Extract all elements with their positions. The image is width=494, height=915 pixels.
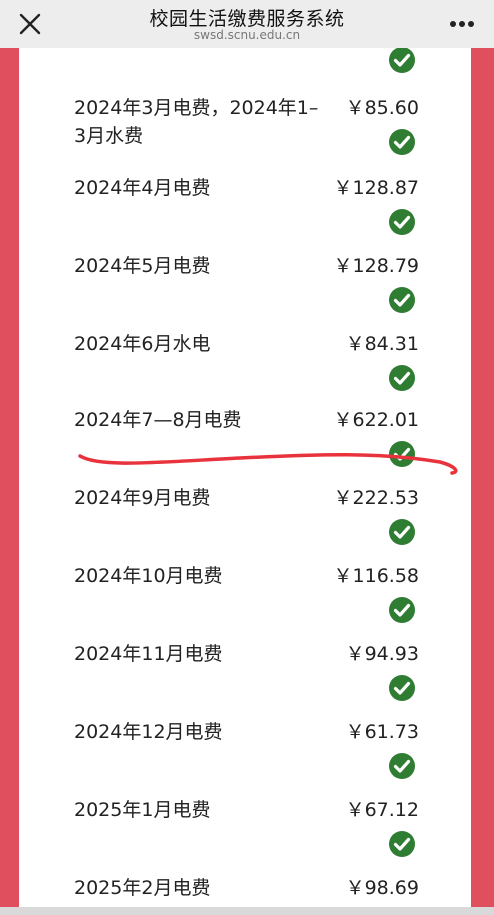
bottom-bar <box>0 907 494 915</box>
check-circle-icon <box>389 597 415 623</box>
bill-amount: ￥84.31 <box>345 333 419 355</box>
bill-amount: ￥116.58 <box>333 565 419 587</box>
close-icon <box>19 13 41 35</box>
bill-row[interactable]: 2024年12月电费 ￥61.73 <box>19 718 471 796</box>
bill-amount: ￥222.53 <box>333 487 419 509</box>
bill-row[interactable]: 2025年2月电费 ￥98.69 <box>19 874 471 908</box>
check-circle-icon <box>389 519 415 545</box>
bill-row[interactable]: 2024年9月电费 ￥222.53 <box>19 484 471 562</box>
bill-row[interactable]: 2024年5月电费 ￥128.79 <box>19 252 471 330</box>
check-circle-icon <box>389 209 415 235</box>
bill-row[interactable]: 2025年1月电费 ￥67.12 <box>19 796 471 874</box>
page-title: 校园生活缴费服务系统 <box>149 8 345 30</box>
check-circle-icon <box>389 831 415 857</box>
bill-amount: ￥622.01 <box>333 409 419 431</box>
bill-amount: ￥128.87 <box>333 177 419 199</box>
bill-name: 2024年3月电费，2024年1–3月水费 <box>74 97 319 147</box>
check-circle-icon <box>389 129 415 155</box>
bill-amount: ￥94.93 <box>345 643 419 665</box>
more-icon <box>450 21 474 27</box>
more-button[interactable] <box>444 10 480 38</box>
bill-name: 2025年1月电费 <box>74 799 211 821</box>
check-circle-icon <box>389 48 415 73</box>
check-circle-icon <box>389 675 415 701</box>
bill-name: 2024年5月电费 <box>74 255 211 277</box>
bill-row[interactable]: 2024年11月电费 ￥94.93 <box>19 640 471 718</box>
bill-amount: ￥128.79 <box>333 255 419 277</box>
check-circle-icon <box>389 753 415 779</box>
bill-name: 2024年11月电费 <box>74 643 223 665</box>
bill-row[interactable]: 2024年3月电费，2024年1–3月水费 ￥85.60 <box>19 94 471 172</box>
page-url: swsd.scnu.edu.cn <box>193 28 301 42</box>
bill-row[interactable]: 2024年7—8月电费 ￥622.01 <box>19 406 471 484</box>
bill-amount: ￥85.60 <box>345 97 419 119</box>
check-circle-icon <box>389 365 415 391</box>
check-circle-icon <box>389 287 415 313</box>
bill-list-panel: 2024年3月电费，2024年1–3月水费 ￥85.60 2024年4月电费 ￥128… <box>19 48 471 908</box>
close-button[interactable] <box>14 8 46 40</box>
bill-name: 2024年6月水电 <box>74 333 211 355</box>
check-circle-icon <box>389 441 415 467</box>
bill-row[interactable]: 2024年10月电费 ￥116.58 <box>19 562 471 640</box>
bill-amount: ￥67.12 <box>345 799 419 821</box>
bill-name: 2024年12月电费 <box>74 721 223 743</box>
bill-name: 2024年10月电费 <box>74 565 223 587</box>
bill-name: 2025年2月电费 <box>74 877 211 899</box>
bill-row[interactable]: 2024年6月水电 ￥84.31 <box>19 330 471 408</box>
bill-amount: ￥61.73 <box>345 721 419 743</box>
bill-name: 2024年4月电费 <box>74 177 211 199</box>
bill-row[interactable]: 2024年4月电费 ￥128.87 <box>19 174 471 252</box>
top-bar: 校园生活缴费服务系统 swsd.scnu.edu.cn <box>0 0 494 48</box>
bill-name: 2024年9月电费 <box>74 487 211 509</box>
bill-amount: ￥98.69 <box>345 877 419 899</box>
bill-name: 2024年7—8月电费 <box>74 409 242 431</box>
